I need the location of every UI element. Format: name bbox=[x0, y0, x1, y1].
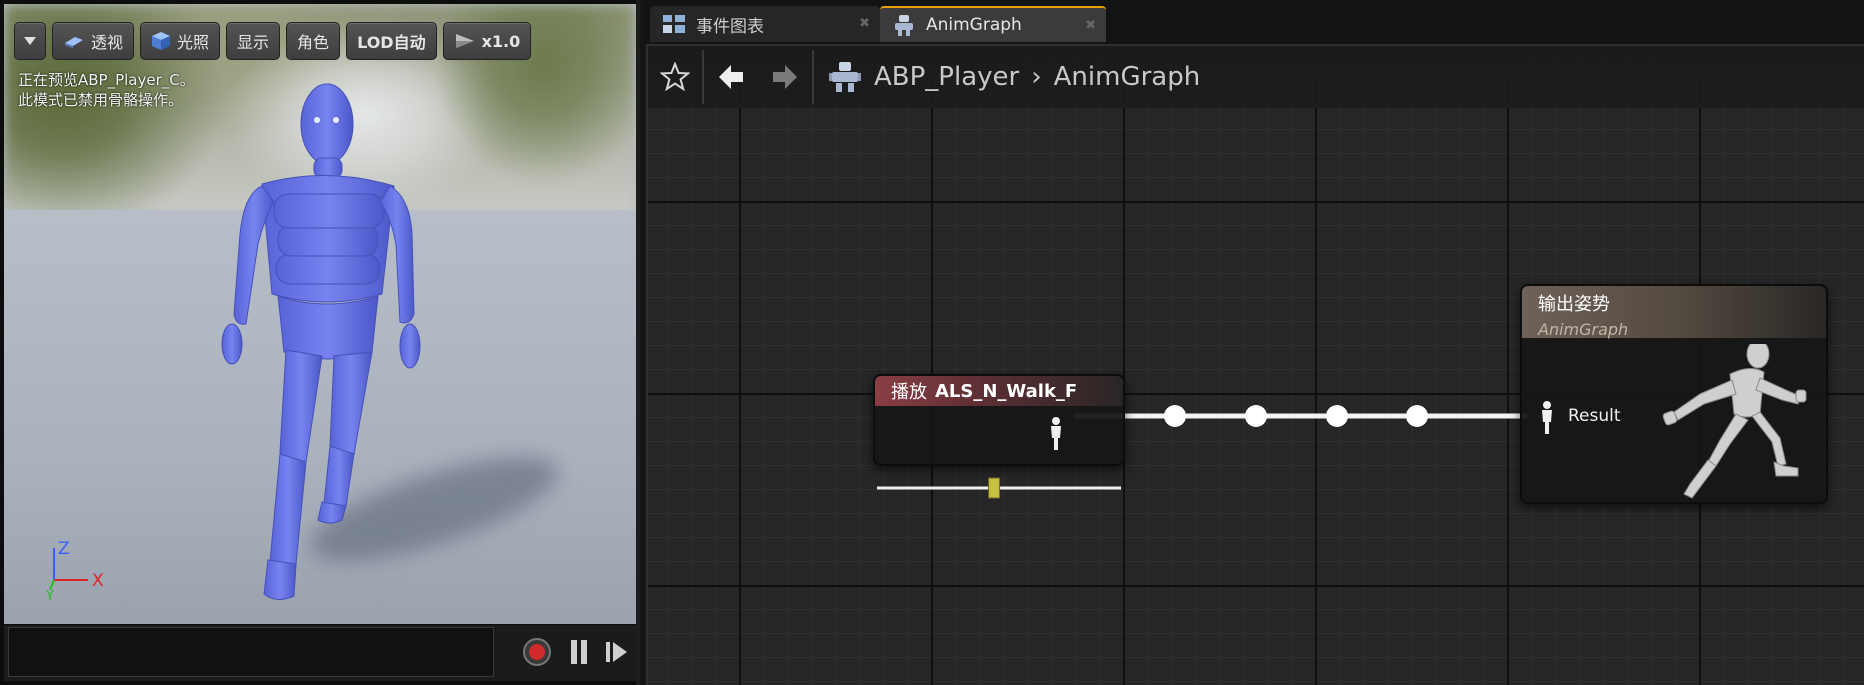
viewport-toolbar: 透视 光照 显示 角色 LOD自动 x1.0 bbox=[14, 22, 532, 60]
star-icon bbox=[660, 62, 690, 92]
wire-flow-dot bbox=[1245, 405, 1267, 427]
viewport-options-button[interactable] bbox=[14, 22, 46, 60]
step-forward-icon bbox=[606, 642, 627, 662]
breadcrumb-current: AnimGraph bbox=[1053, 62, 1201, 92]
running-mannequin-icon bbox=[1662, 344, 1807, 499]
play-node-header: 播放 ALS_N_Walk_F bbox=[875, 376, 1123, 406]
play-position-slider[interactable] bbox=[873, 476, 1125, 500]
lod-button[interactable]: LOD自动 bbox=[346, 22, 437, 60]
chevron-down-icon bbox=[24, 37, 36, 45]
playback-speed-button[interactable]: x1.0 bbox=[442, 22, 532, 60]
perspective-label: 透视 bbox=[91, 33, 124, 52]
slider-handle[interactable] bbox=[988, 477, 1001, 499]
tab-event-graph-label: 事件图表 bbox=[696, 16, 764, 37]
back-button[interactable] bbox=[704, 46, 758, 108]
speed-label: x1.0 bbox=[481, 31, 521, 51]
mannequin-character bbox=[221, 83, 421, 600]
forward-button[interactable] bbox=[758, 46, 812, 108]
play-node-asset: ALS_N_Walk_F bbox=[935, 380, 1078, 402]
lit-cube-icon bbox=[152, 32, 171, 50]
axis-y-label: Y bbox=[45, 589, 54, 600]
graph-toolbar: ABP_Player › AnimGraph bbox=[648, 46, 1864, 108]
graph-editor: 事件图表 ✖ AnimGraph ✖ ABP_Player › AnimGrap… bbox=[644, 0, 1864, 685]
show-button[interactable]: 显示 bbox=[226, 22, 281, 60]
pause-button[interactable] bbox=[562, 635, 596, 669]
tab-event-graph[interactable]: 事件图表 ✖ bbox=[650, 6, 880, 42]
lighting-button[interactable]: 光照 bbox=[140, 22, 221, 60]
close-icon[interactable]: ✖ bbox=[1085, 18, 1096, 33]
preview-scene[interactable]: 透视 光照 显示 角色 LOD自动 x1.0 正在预览ABP_Player_C。… bbox=[4, 4, 636, 624]
axis-x-label: X bbox=[92, 571, 104, 591]
output-node-subtitle: AnimGraph bbox=[1538, 320, 1629, 339]
output-node-header: 输出姿势 AnimGraph bbox=[1522, 286, 1826, 339]
preview-info-text: 正在预览ABP_Player_C。 此模式已禁用骨骼操作。 bbox=[18, 70, 195, 110]
arrow-right-icon bbox=[773, 65, 797, 89]
character-label: 角色 bbox=[297, 33, 330, 52]
lod-label: LOD自动 bbox=[357, 33, 426, 52]
arrow-left-icon bbox=[719, 65, 743, 89]
step-forward-button[interactable] bbox=[600, 635, 634, 669]
wire-flow-dot bbox=[1406, 405, 1428, 427]
play-node-prefix: 播放 bbox=[891, 382, 927, 403]
output-node-title: 输出姿势 bbox=[1538, 294, 1610, 315]
anim-graph-icon bbox=[895, 15, 913, 36]
preview-info-line2: 此模式已禁用骨骼操作。 bbox=[18, 91, 184, 109]
breadcrumb: ABP_Player › AnimGraph bbox=[828, 61, 1200, 93]
document-tab-bar: 事件图表 ✖ AnimGraph ✖ bbox=[644, 0, 1864, 44]
perspective-button[interactable]: 透视 bbox=[52, 22, 135, 60]
breadcrumb-root[interactable]: ABP_Player bbox=[874, 62, 1019, 92]
tab-anim-graph[interactable]: AnimGraph ✖ bbox=[880, 6, 1106, 42]
graph-canvas[interactable]: ABP_Player › AnimGraph 播放 ALS_N_Walk_F 输… bbox=[646, 44, 1864, 685]
wire-flow-dot bbox=[1326, 405, 1348, 427]
timeline-scrubber[interactable] bbox=[8, 627, 494, 677]
tab-anim-graph-label: AnimGraph bbox=[926, 15, 1022, 35]
character-button[interactable]: 角色 bbox=[286, 22, 341, 60]
preview-info-line1: 正在预览ABP_Player_C。 bbox=[18, 71, 195, 89]
toolbar-separator bbox=[812, 50, 814, 104]
play-animation-node[interactable]: 播放 ALS_N_Walk_F bbox=[873, 374, 1125, 466]
record-icon bbox=[523, 638, 551, 666]
event-graph-icon bbox=[663, 15, 685, 33]
pose-pin-icon[interactable] bbox=[1536, 400, 1558, 436]
pose-pin-icon[interactable] bbox=[1045, 416, 1067, 452]
pause-icon bbox=[571, 640, 587, 664]
wire-flow-dot bbox=[1164, 405, 1186, 427]
result-pin-label: Result bbox=[1568, 406, 1621, 426]
favorite-button[interactable] bbox=[648, 46, 702, 108]
perspective-cube-icon bbox=[65, 37, 83, 48]
close-icon[interactable]: ✖ bbox=[859, 16, 870, 31]
lighting-label: 光照 bbox=[177, 33, 210, 52]
show-label: 显示 bbox=[237, 33, 270, 52]
axis-z-label: Z bbox=[58, 540, 70, 559]
chevron-right-icon: › bbox=[1031, 62, 1042, 92]
playback-bar bbox=[4, 625, 636, 681]
record-button[interactable] bbox=[520, 635, 554, 669]
axis-gizmo: Z X Y bbox=[45, 540, 104, 600]
output-pose-node[interactable]: 输出姿势 AnimGraph Result bbox=[1520, 284, 1828, 504]
play-speed-icon bbox=[455, 34, 474, 48]
preview-viewport[interactable]: 透视 光照 显示 角色 LOD自动 x1.0 正在预览ABP_Player_C。… bbox=[0, 0, 640, 685]
anim-blueprint-icon bbox=[829, 62, 861, 92]
